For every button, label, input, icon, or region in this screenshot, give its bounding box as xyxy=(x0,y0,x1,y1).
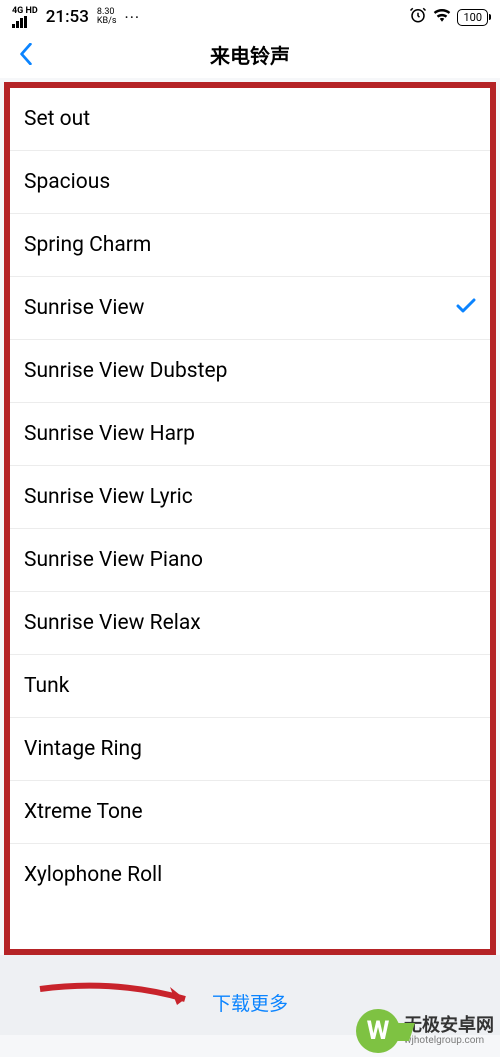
network-speed: 8.30 KB/s xyxy=(97,8,117,26)
ringtone-label: Sunrise View xyxy=(24,296,144,320)
list-item[interactable]: Sunrise View Lyric xyxy=(10,466,490,529)
watermark-logo: W xyxy=(356,1009,400,1053)
ringtone-label: Xtreme Tone xyxy=(24,800,143,824)
ringtone-label: Xylophone Roll xyxy=(24,863,162,887)
page-title: 来电铃声 xyxy=(210,40,290,69)
check-icon xyxy=(456,298,476,318)
watermark-sub: wjhotelgroup.com xyxy=(404,1035,494,1046)
status-bar: 4G HD 21:53 8.30 KB/s ··· 100 xyxy=(0,0,500,30)
ringtone-label: Spring Charm xyxy=(24,233,151,257)
ringtone-label: Spacious xyxy=(24,170,110,194)
signal-indicator: 4G HD xyxy=(12,7,38,28)
list-item[interactable]: Tunk xyxy=(10,655,490,718)
alarm-icon xyxy=(409,6,427,28)
status-left: 4G HD 21:53 8.30 KB/s ··· xyxy=(12,7,140,28)
ringtone-list[interactable]: Set out Spacious Spring Charm Sunrise View S… xyxy=(10,88,490,906)
list-item[interactable]: Sunrise View xyxy=(10,277,490,340)
list-item[interactable]: Sunrise View Piano xyxy=(10,529,490,592)
status-right: 100 xyxy=(409,6,488,28)
annotation-highlight-box: Set out Spacious Spring Charm Sunrise View S… xyxy=(4,82,496,955)
signal-bars-icon xyxy=(12,16,27,28)
wifi-icon xyxy=(433,8,451,26)
ringtone-label: Sunrise View Lyric xyxy=(24,485,193,509)
list-item[interactable]: Xylophone Roll xyxy=(10,844,490,906)
list-item[interactable]: Sunrise View Dubstep xyxy=(10,340,490,403)
list-item[interactable]: Xtreme Tone xyxy=(10,781,490,844)
watermark: W 无极安卓网 wjhotelgroup.com xyxy=(356,1009,494,1053)
ringtone-label: Vintage Ring xyxy=(24,737,142,761)
back-button[interactable] xyxy=(12,40,40,68)
ringtone-label: Sunrise View Dubstep xyxy=(24,359,227,383)
list-item[interactable]: Sunrise View Relax xyxy=(10,592,490,655)
ringtone-label: Sunrise View Relax xyxy=(24,611,201,635)
list-item[interactable]: Spring Charm xyxy=(10,214,490,277)
chevron-left-icon xyxy=(19,43,33,65)
list-item[interactable]: Set out xyxy=(10,88,490,151)
annotation-arrow xyxy=(35,969,205,1021)
download-more-link[interactable]: 下载更多 xyxy=(212,975,288,1016)
nav-bar: 来电铃声 xyxy=(0,30,500,78)
watermark-text: 无极安卓网 wjhotelgroup.com xyxy=(404,1016,494,1047)
ringtone-label: Sunrise View Harp xyxy=(24,422,195,446)
signal-label: 4G HD xyxy=(12,7,38,16)
ringtone-label: Tunk xyxy=(24,674,69,698)
speed-unit: KB/s xyxy=(97,17,117,26)
ringtone-label: Set out xyxy=(24,107,90,131)
list-item[interactable]: Sunrise View Harp xyxy=(10,403,490,466)
battery-indicator: 100 xyxy=(457,9,488,26)
list-item[interactable]: Spacious xyxy=(10,151,490,214)
watermark-logo-letter: W xyxy=(367,1016,390,1046)
list-item[interactable]: Vintage Ring xyxy=(10,718,490,781)
status-time: 21:53 xyxy=(46,7,89,27)
menu-dots-icon: ··· xyxy=(125,8,141,27)
battery-level: 100 xyxy=(463,11,482,24)
ringtone-label: Sunrise View Piano xyxy=(24,548,203,572)
watermark-main: 无极安卓网 xyxy=(404,1016,494,1036)
